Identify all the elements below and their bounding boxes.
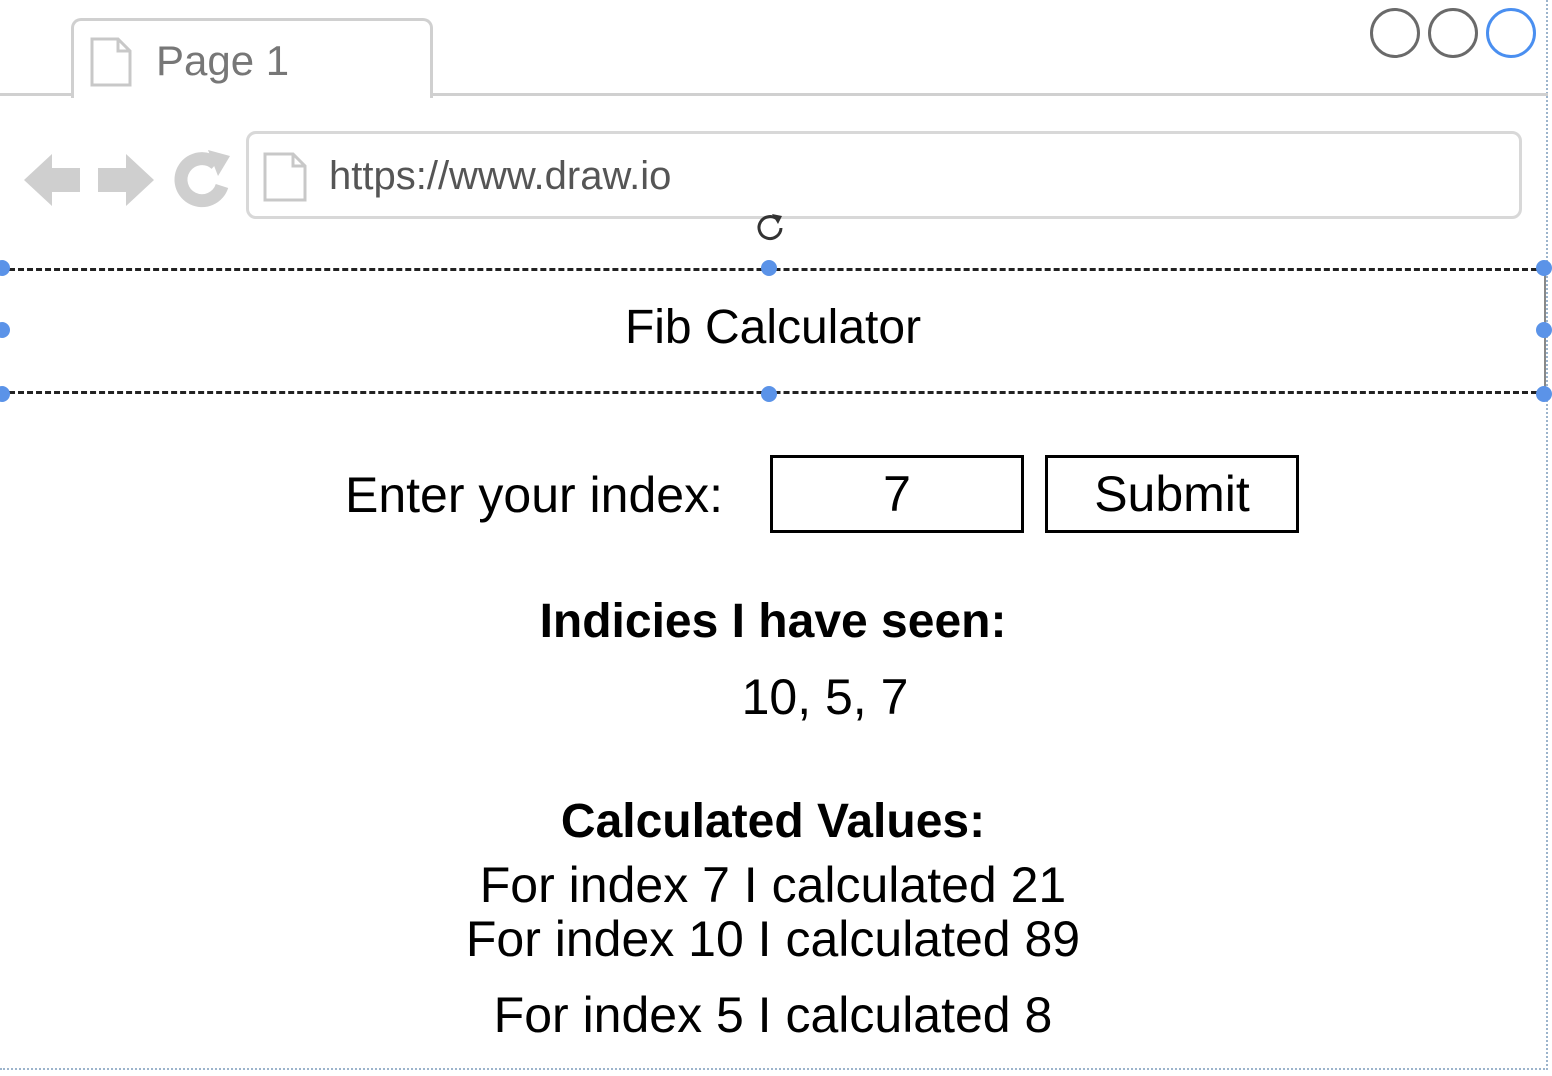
forward-arrow-icon[interactable]: [96, 150, 156, 215]
calculated-heading: Calculated Values:: [560, 795, 986, 848]
submit-button[interactable]: Submit: [1045, 455, 1299, 533]
browser-tab[interactable]: Page 1: [71, 18, 433, 98]
selection-handle-top-center[interactable]: [761, 260, 777, 276]
page-title: Fib Calculator: [624, 301, 922, 354]
calculated-value-line: For index 7 I calculated 21: [479, 857, 1067, 913]
frame-border-right: [1546, 0, 1548, 1070]
window-control-minimize[interactable]: [1370, 8, 1420, 58]
rotate-handle-icon[interactable]: [754, 210, 786, 247]
url-bar[interactable]: https://www.draw.io: [246, 131, 1522, 219]
index-label: Enter your index:: [345, 467, 723, 523]
mockup-canvas: Page 1 https://www.draw.io Fib Calculato…: [0, 0, 1552, 1076]
page-icon: [263, 152, 307, 207]
window-control-close[interactable]: [1486, 8, 1536, 58]
url-text: https://www.draw.io: [329, 154, 672, 198]
page-icon: [90, 37, 132, 92]
selection-handle-middle-right[interactable]: [1536, 322, 1552, 338]
window-control-maximize[interactable]: [1428, 8, 1478, 58]
tab-label: Page 1: [156, 37, 290, 84]
back-arrow-icon[interactable]: [22, 150, 82, 215]
calculated-value-line: For index 5 I calculated 8: [493, 987, 1053, 1043]
indices-values: 10, 5, 7: [741, 669, 909, 725]
frame-border-bottom: [0, 1068, 1548, 1070]
selection-handle-top-right[interactable]: [1536, 260, 1552, 276]
calculated-value-line: For index 10 I calculated 89: [465, 911, 1081, 967]
selection-handle-bottom-left[interactable]: [0, 386, 10, 402]
window-controls: [1362, 8, 1536, 58]
selection-handle-bottom-center[interactable]: [761, 386, 777, 402]
selection-handle-bottom-right[interactable]: [1536, 386, 1552, 402]
reload-icon[interactable]: [172, 148, 232, 215]
indices-heading: Indicies I have seen:: [539, 595, 1007, 648]
index-input[interactable]: [770, 455, 1024, 533]
